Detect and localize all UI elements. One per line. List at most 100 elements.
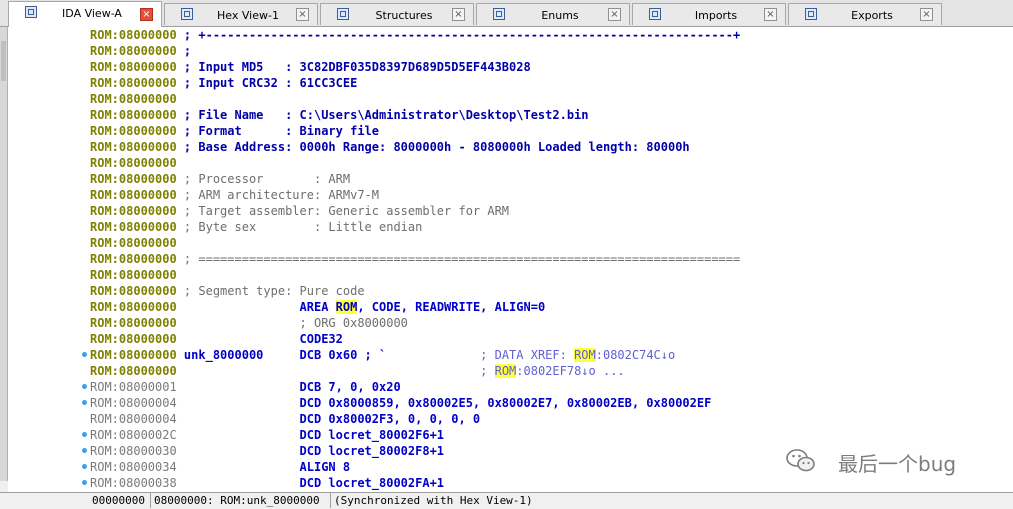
line-address: ROM:08000000 bbox=[90, 220, 177, 234]
listing-line[interactable]: ROM:08000000 ; +------------------------… bbox=[90, 27, 740, 43]
listing-line[interactable]: ROM:08000000 ; Byte sex : Little endian bbox=[90, 219, 422, 235]
listing-line[interactable]: ROM:08000000 ; Target assembler: Generic… bbox=[90, 203, 509, 219]
line-comment: ; ARM architecture: ARMv7-M bbox=[176, 188, 379, 202]
line-address: ROM:08000034 bbox=[90, 460, 177, 474]
listing-line[interactable]: ROM:08000004 DCD 0x80002F3, 0, 0, 0, 0 bbox=[90, 411, 480, 427]
hex-view-icon bbox=[181, 8, 193, 20]
line-comment: ; Format : Binary file bbox=[176, 124, 379, 138]
listing-line[interactable]: ROM:08000004 DCD 0x8000859, 0x80002E5, 0… bbox=[90, 395, 711, 411]
listing-line[interactable]: ROM:08000030 DCD locret_80002F8+1 bbox=[90, 443, 444, 459]
line-address: ROM:08000000 bbox=[90, 44, 177, 58]
disassembly-listing[interactable]: ROM:08000000 ; +------------------------… bbox=[90, 27, 1013, 492]
highlighted-token[interactable]: ROM bbox=[335, 300, 358, 314]
listing-line[interactable]: ROM:08000000 bbox=[90, 267, 177, 283]
breakpoint-dot-icon[interactable] bbox=[82, 432, 87, 437]
listing-line[interactable]: ROM:08000000 ; Processor : ARM bbox=[90, 171, 350, 187]
line-address: ROM:08000000 bbox=[90, 156, 177, 170]
close-icon[interactable]: × bbox=[452, 8, 465, 21]
listing-line[interactable]: ROM:08000000 AREA ROM, CODE, READWRITE, … bbox=[90, 299, 545, 315]
tab-structures[interactable]: Structures × bbox=[320, 3, 474, 25]
tab-exports[interactable]: Exports × bbox=[788, 3, 942, 25]
listing-line[interactable]: ROM:08000000 ; ARM architecture: ARMv7-M bbox=[90, 187, 379, 203]
listing-line[interactable]: ROM:08000000 ; Segment type: Pure code bbox=[90, 283, 365, 299]
line-comment: ; Byte sex : Little endian bbox=[176, 220, 423, 234]
breakpoint-dot-icon[interactable] bbox=[82, 448, 87, 453]
line-instruction: DCD 0x80002F3, 0, 0, 0, 0 bbox=[176, 412, 481, 426]
tab-imports[interactable]: Imports × bbox=[632, 3, 786, 25]
arrows-gutter bbox=[8, 27, 90, 492]
line-address: ROM:08000004 bbox=[90, 412, 177, 426]
line-address: ROM:08000000 bbox=[90, 316, 177, 330]
line-address: ROM:08000000 bbox=[90, 28, 177, 42]
tab-label: Structures bbox=[375, 9, 433, 22]
listing-line[interactable]: ROM:08000000 ; bbox=[90, 43, 191, 59]
line-address: ROM:08000000 bbox=[90, 252, 177, 266]
line-address: ROM:08000000 bbox=[90, 188, 177, 202]
listing-line[interactable]: ROM:08000000 bbox=[90, 235, 177, 251]
highlighted-token[interactable]: ROM bbox=[494, 364, 517, 378]
listing-line[interactable]: ROM:08000000 ; =========================… bbox=[90, 251, 740, 267]
listing-line[interactable]: ROM:08000000 ; File Name : C:\Users\Admi… bbox=[90, 107, 589, 123]
xref-target[interactable]: :0802C74C↓o bbox=[596, 348, 675, 362]
listing-line[interactable]: ROM:0800002C DCD locret_80002F6+1 bbox=[90, 427, 444, 443]
listing-line[interactable]: ROM:08000000 ; ROM:0802EF78↓o ... bbox=[90, 363, 625, 379]
listing-line[interactable]: ROM:08000000 CODE32 bbox=[90, 331, 343, 347]
listing-line[interactable]: ROM:08000000 bbox=[90, 91, 177, 107]
listing-line[interactable]: ROM:08000000 ; ORG 0x8000000 bbox=[90, 315, 408, 331]
line-address: ROM:08000000 bbox=[90, 92, 177, 106]
breakpoint-dot-icon[interactable] bbox=[82, 352, 87, 357]
ida-view-icon bbox=[25, 6, 37, 18]
line-address: ROM:08000001 bbox=[90, 380, 177, 394]
tab-hex-view-1[interactable]: Hex View-1 × bbox=[164, 3, 318, 25]
enums-icon bbox=[493, 8, 505, 20]
line-address: ROM:08000000 bbox=[90, 364, 177, 378]
tab-ida-view-a[interactable]: IDA View-A × bbox=[8, 1, 162, 27]
line-comment: ; bbox=[176, 44, 192, 58]
close-icon[interactable]: × bbox=[296, 8, 309, 21]
breakpoint-dot-icon[interactable] bbox=[82, 480, 87, 485]
structures-icon bbox=[337, 8, 349, 20]
listing-line[interactable]: ROM:08000000 ; Input MD5 : 3C82DBF035D83… bbox=[90, 59, 531, 75]
listing-line[interactable]: ROM:08000000 ; Format : Binary file bbox=[90, 123, 379, 139]
watermark-text: 最后一个bug bbox=[838, 452, 957, 476]
wechat-icon bbox=[786, 449, 815, 472]
breakpoint-dot-icon[interactable] bbox=[82, 400, 87, 405]
line-address: ROM:08000000 bbox=[90, 172, 177, 186]
listing-line[interactable]: ROM:08000000 ; Input CRC32 : 61CC3CEE bbox=[90, 75, 357, 91]
xref-target[interactable]: :0802EF78↓o ... bbox=[516, 364, 624, 378]
listing-line[interactable]: ROM:08000038 DCD locret_80002FA+1 bbox=[90, 475, 444, 491]
scrollbar-thumb[interactable] bbox=[1, 41, 6, 81]
breakpoint-dot-icon[interactable] bbox=[82, 464, 87, 469]
line-instruction bbox=[177, 364, 480, 378]
listing-line[interactable]: ROM:08000034 ALIGN 8 bbox=[90, 459, 350, 475]
status-bar: 00000000 08000000: ROM:unk_8000000 (Sync… bbox=[0, 492, 1013, 509]
status-file-offset: 00000000 bbox=[89, 493, 151, 508]
listing-line[interactable]: ROM:08000000 unk_8000000 DCB 0x60 ; ` ; … bbox=[90, 347, 675, 363]
close-icon[interactable]: × bbox=[140, 8, 153, 21]
line-comment: ; Processor : ARM bbox=[176, 172, 351, 186]
line-address: ROM:08000000 bbox=[90, 124, 177, 138]
listing-line[interactable]: ROM:08000000 bbox=[90, 155, 177, 171]
close-icon[interactable]: × bbox=[920, 8, 933, 21]
line-comment: ; Segment type: Pure code bbox=[176, 284, 365, 298]
listing-line[interactable]: ROM:08000001 DCB 7, 0, 0x20 bbox=[90, 379, 401, 395]
close-icon[interactable]: × bbox=[764, 8, 777, 21]
line-instruction: AREA bbox=[176, 300, 336, 314]
highlighted-token[interactable]: ROM bbox=[574, 348, 596, 362]
line-instruction: DCD 0x8000859, 0x80002E5, 0x80002E7, 0x8… bbox=[176, 396, 712, 410]
listing-line[interactable]: ROM:08000000 ; Base Address: 0000h Range… bbox=[90, 139, 690, 155]
close-icon[interactable]: × bbox=[608, 8, 621, 21]
line-instruction: unk_8000000 DCB 0x60 ; ` bbox=[176, 348, 481, 362]
tab-label: Exports bbox=[851, 9, 893, 22]
tab-enums[interactable]: Enums × bbox=[476, 3, 630, 25]
tab-label: Imports bbox=[694, 9, 738, 22]
tab-bar: IDA View-A × Hex View-1 × Structures × Enums × I… bbox=[0, 0, 1013, 27]
line-comment: ; Input MD5 : 3C82DBF035D8397D689D5D5EF4… bbox=[176, 60, 531, 74]
line-address: ROM:08000000 bbox=[90, 204, 177, 218]
breakpoint-dot-icon[interactable] bbox=[82, 384, 87, 389]
line-comment: ; File Name : C:\Users\Administrator\Des… bbox=[176, 108, 589, 122]
line-comment: ; ======================================… bbox=[176, 252, 741, 266]
line-address: ROM:08000000 bbox=[90, 60, 177, 74]
line-operands: , CODE, READWRITE, ALIGN=0 bbox=[357, 300, 546, 314]
vertical-scrollbar[interactable] bbox=[0, 27, 8, 481]
